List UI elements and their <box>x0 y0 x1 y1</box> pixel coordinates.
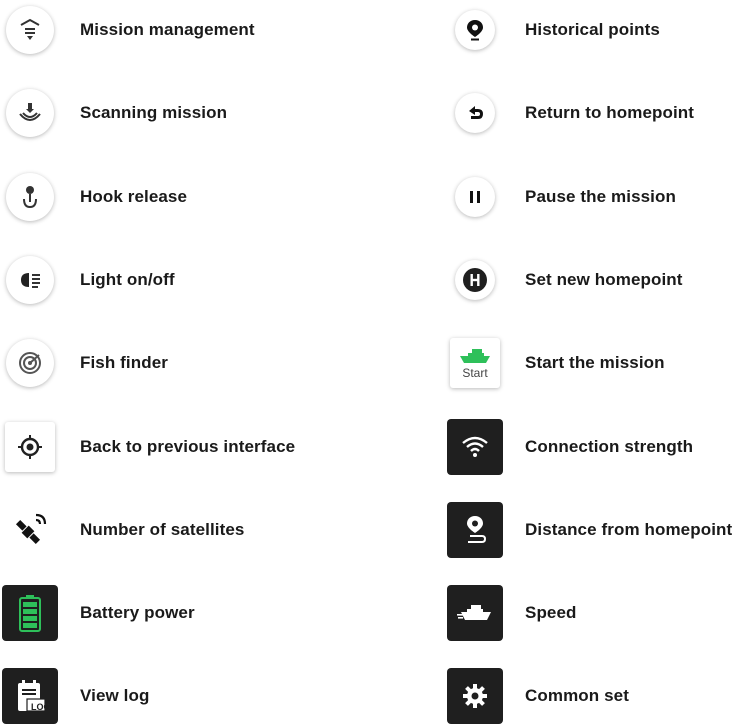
log-icon: LOG <box>2 668 58 724</box>
legend-label: Light on/off <box>80 270 175 289</box>
legend-item-distance-from-homepoint: Distance from homepoint <box>445 500 745 560</box>
start-icon-text: Start <box>462 365 488 380</box>
icon-holder <box>445 250 505 310</box>
hook-release-icon <box>6 173 54 221</box>
legend-label: Start the mission <box>525 353 665 372</box>
legend-label: Battery power <box>80 603 195 622</box>
legend-label: Number of satellites <box>80 520 245 539</box>
legend-item-connection-strength: Connection strength <box>445 417 745 477</box>
legend-label: Back to previous interface <box>80 437 296 456</box>
log-icon-text: LOG <box>31 702 51 712</box>
legend-item-return-to-homepoint: Return to homepoint <box>445 83 745 143</box>
scanning-mission-icon <box>6 89 54 137</box>
icon-holder <box>445 583 505 643</box>
legend-item-battery: Battery power <box>0 583 360 643</box>
icon-holder <box>445 417 505 477</box>
legend-label: Historical points <box>525 20 660 39</box>
legend-label: Distance from homepoint <box>525 520 733 539</box>
legend-label: Scanning mission <box>80 103 228 122</box>
icon-holder <box>445 0 505 60</box>
locate-target-icon <box>5 422 55 472</box>
home-h-icon <box>455 260 495 300</box>
icon-holder <box>0 500 60 560</box>
satellite-icon <box>6 506 54 554</box>
legend-item-fish-finder: Fish finder <box>0 333 360 393</box>
legend-label: Connection strength <box>525 437 694 456</box>
gear-icon <box>447 668 503 724</box>
legend-label: Common set <box>525 686 629 705</box>
map-pin-icon <box>455 10 495 50</box>
mission-management-icon <box>6 6 54 54</box>
icon-holder <box>0 333 60 393</box>
battery-icon <box>2 585 58 641</box>
fish-finder-icon <box>6 339 54 387</box>
legend-label: Mission management <box>80 20 255 39</box>
legend-label: Speed <box>525 603 577 622</box>
icon-holder <box>0 583 60 643</box>
icon-holder <box>445 83 505 143</box>
legend-label: Return to homepoint <box>525 103 695 122</box>
speed-boat-icon <box>447 585 503 641</box>
legend-item-light: Light on/off <box>0 250 360 310</box>
icon-holder <box>445 666 505 726</box>
icon-holder: Start <box>445 333 505 393</box>
legend-item-start-mission: Start Start the mission <box>445 333 745 393</box>
legend-item-pause: Pause the mission <box>445 167 745 227</box>
legend-item-common-set: Common set <box>445 666 745 726</box>
legend-item-back-to-previous: Back to previous interface <box>0 417 360 477</box>
wifi-icon <box>447 419 503 475</box>
legend-label: Set new homepoint <box>525 270 683 289</box>
legend-item-set-new-homepoint: Set new homepoint <box>445 250 745 310</box>
start-boat-icon: Start <box>450 338 500 388</box>
legend-item-scanning-mission: Scanning mission <box>0 83 360 143</box>
legend-item-speed: Speed <box>445 583 745 643</box>
icon-holder <box>0 0 60 60</box>
icon-holder: LOG <box>0 666 60 726</box>
legend-label: Fish finder <box>80 353 168 372</box>
legend-label: Pause the mission <box>525 187 676 206</box>
legend-item-historical-points: Historical points <box>445 0 745 60</box>
legend-label: View log <box>80 686 150 705</box>
legend-item-view-log: LOG View log <box>0 666 360 726</box>
return-arrow-icon <box>455 93 495 133</box>
legend-item-hook-release: Hook release <box>0 167 360 227</box>
icon-holder <box>0 417 60 477</box>
legend-item-mission-management: Mission management <box>0 0 360 60</box>
icon-holder <box>445 167 505 227</box>
icon-holder <box>0 167 60 227</box>
distance-pin-icon <box>447 502 503 558</box>
icon-holder <box>0 83 60 143</box>
pause-icon <box>455 177 495 217</box>
legend-label: Hook release <box>80 187 188 206</box>
icon-holder <box>0 250 60 310</box>
icon-holder <box>445 500 505 560</box>
light-icon <box>6 256 54 304</box>
legend-item-satellites: Number of satellites <box>0 500 360 560</box>
